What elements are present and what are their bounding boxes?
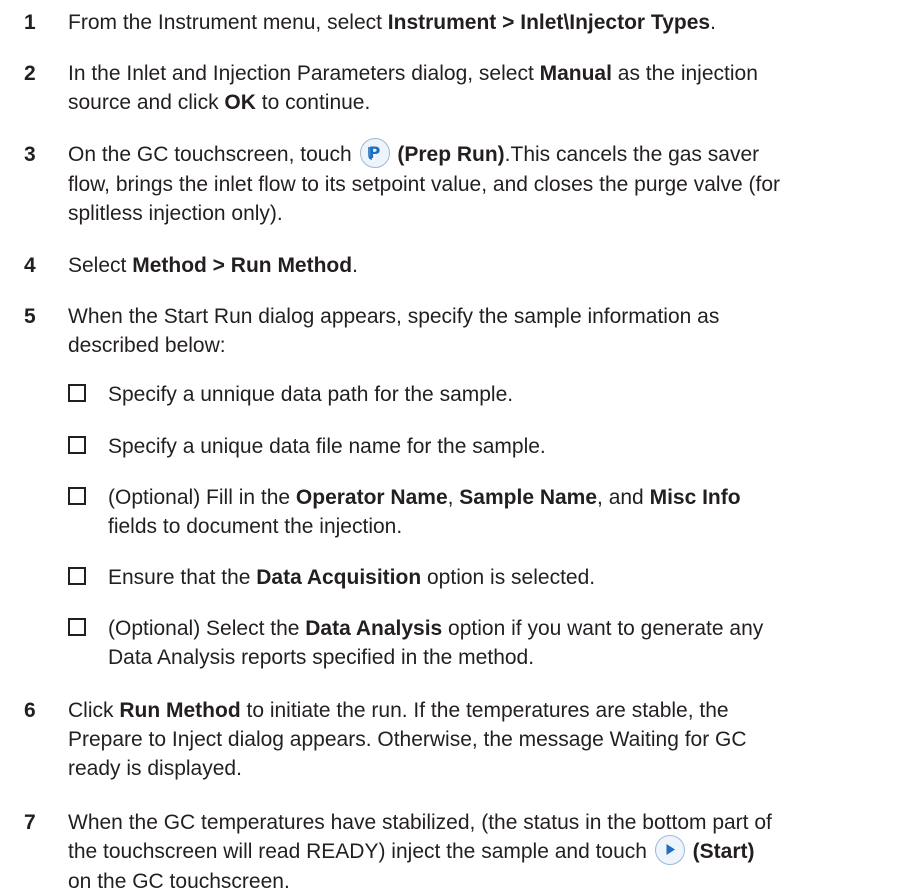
step-number: 1 xyxy=(24,11,36,34)
run-method-button-ref: Run Method xyxy=(119,699,241,722)
step-number: 4 xyxy=(24,254,36,277)
step-number: 5 xyxy=(24,305,36,328)
procedure-page: 1 From the Instrument menu, select Instr… xyxy=(0,0,918,894)
start-label: (Start) xyxy=(692,840,755,863)
step-text: From the Instrument menu, select Instrum… xyxy=(68,11,716,34)
step-number: 7 xyxy=(24,811,36,834)
checkbox-icon xyxy=(68,487,86,505)
step-number: 2 xyxy=(24,62,36,85)
prep-run-icon: P xyxy=(359,138,390,169)
step-text: When the GC temperatures have stabilized… xyxy=(68,811,772,894)
step-text: Click Run Method to initiate the run. If… xyxy=(68,699,747,780)
checkbox-icon xyxy=(68,567,86,585)
step-text: Select Method > Run Method. xyxy=(68,254,358,277)
step-number: 6 xyxy=(24,699,36,722)
ok-button-ref: OK xyxy=(224,91,256,114)
manual-option: Manual xyxy=(539,62,612,85)
checkbox-icon xyxy=(68,618,86,636)
step-text: On the GC touchscreen, touch P (Prep Run… xyxy=(68,138,910,228)
checkbox-icon xyxy=(68,436,86,454)
start-icon xyxy=(654,835,685,866)
step-number: 3 xyxy=(24,143,36,166)
prep-run-label: (Prep Run) xyxy=(397,143,505,166)
menu-path: Method > Run Method xyxy=(132,254,353,277)
menu-path: Instrument > Inlet\Injector Types xyxy=(387,11,711,34)
checkbox-icon xyxy=(68,384,86,402)
step-text: When the Start Run dialog appears, speci… xyxy=(68,305,720,357)
step-text: In the Inlet and Injection Parameters di… xyxy=(68,62,758,114)
